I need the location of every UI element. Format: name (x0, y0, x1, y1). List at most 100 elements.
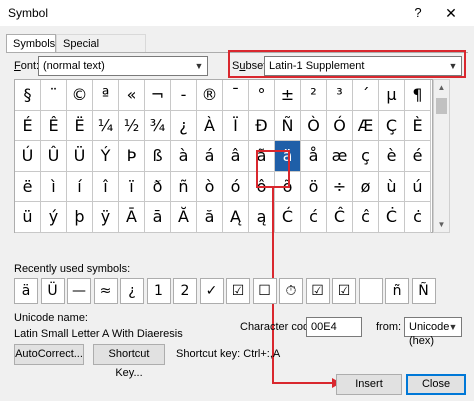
recent-symbol-cell[interactable]: ¿ (120, 278, 144, 304)
symbol-cell[interactable]: ¯ (223, 80, 249, 111)
grid-scrollbar[interactable]: ▲ ▼ (433, 79, 450, 233)
symbol-cell[interactable]: Ê (41, 110, 67, 141)
symbol-cell[interactable]: ª (93, 80, 119, 111)
symbol-cell[interactable]: ï (119, 171, 145, 202)
symbol-cell[interactable]: ù (379, 171, 405, 202)
recent-symbol-cell[interactable]: ☑ (332, 278, 356, 304)
symbol-cell[interactable]: Ú (15, 141, 41, 172)
symbol-cell[interactable]: ü (15, 202, 41, 233)
recent-symbol-cell[interactable]: ☐ (252, 278, 277, 304)
symbol-cell[interactable]: ¿ (171, 110, 197, 141)
symbol-cell[interactable]: ç (353, 141, 379, 172)
symbol-cell[interactable]: Ċ (379, 202, 405, 233)
symbol-cell[interactable]: ¼ (93, 110, 119, 141)
recent-symbol-cell[interactable]: ⏱ (279, 278, 303, 304)
symbol-cell[interactable]: Ç (379, 110, 405, 141)
recent-symbol-cell[interactable]: ≈ (93, 278, 118, 304)
recent-symbol-cell[interactable]: ñ (385, 278, 409, 304)
symbol-grid[interactable]: § ¨ © ª «¬ - ® ¯ ° ± ² ³ ´ µ ¶ É Ê Ë ¼ ½ ¾ ¿ À Ï Ð Ñ Ò Ó Æ Ç È Ú Û Ü Ý Þß à á… (14, 79, 433, 233)
symbol-cell[interactable]: ð (145, 171, 171, 202)
symbol-cell[interactable]: î (93, 171, 119, 202)
symbol-cell[interactable]: ± (275, 80, 301, 111)
symbol-cell[interactable]: Ë (67, 110, 93, 141)
recent-symbol-cell[interactable]: ä (14, 278, 38, 304)
symbol-cell[interactable]: ½ (119, 110, 145, 141)
symbol-cell[interactable]: ³ (327, 80, 353, 111)
symbol-cell[interactable]: À (197, 110, 223, 141)
recent-symbol-cell[interactable]: Ü (40, 278, 65, 304)
symbol-cell[interactable]: ° (249, 80, 275, 111)
symbol-cell[interactable]: Ï (223, 110, 249, 141)
symbol-cell[interactable]: å (301, 141, 327, 172)
symbol-cell[interactable]: ´ (353, 80, 379, 111)
symbol-cell[interactable]: - (171, 80, 197, 111)
symbol-cell[interactable]: ® (197, 80, 223, 111)
close-button[interactable]: Close (406, 374, 466, 395)
symbol-cell[interactable]: ÿ (93, 202, 119, 233)
scrollbar-thumb[interactable] (436, 98, 447, 114)
recent-symbol-cell[interactable]: 2 (173, 278, 197, 304)
symbol-cell[interactable]: ø (353, 171, 379, 202)
symbol-cell[interactable]: â (223, 141, 249, 172)
symbol-cell[interactable]: © (67, 80, 93, 111)
symbol-cell[interactable]: È (405, 110, 431, 141)
shortcut-key-button[interactable]: Shortcut Key... (93, 344, 165, 379)
symbol-cell[interactable]: í (67, 171, 93, 202)
symbol-cell[interactable]: Ð (249, 110, 275, 141)
symbol-cell[interactable]: è (379, 141, 405, 172)
symbol-cell[interactable]: ¶ (405, 80, 431, 111)
symbol-cell[interactable]: ¬ (145, 80, 171, 111)
symbol-cell[interactable]: ċ (405, 202, 431, 233)
symbol-cell[interactable]: ă (197, 202, 223, 233)
symbol-cell[interactable]: Ă (171, 202, 197, 233)
symbol-cell[interactable]: ā (145, 202, 171, 233)
scroll-down-icon[interactable]: ▼ (434, 217, 449, 232)
symbol-cell[interactable]: Ò (301, 110, 327, 141)
symbol-cell[interactable]: « (119, 80, 145, 111)
symbol-cell[interactable]: ñ (171, 171, 197, 202)
symbol-cell[interactable]: é (405, 141, 431, 172)
symbol-cell[interactable]: ò (197, 171, 223, 202)
recent-symbol-cell[interactable] (358, 278, 383, 304)
symbol-cell[interactable]: ö (301, 171, 327, 202)
symbol-cell[interactable]: ć (301, 202, 327, 233)
recent-symbol-cell[interactable]: 1 (146, 278, 171, 304)
symbol-cell[interactable]: § (15, 80, 41, 111)
symbol-cell[interactable]: ¾ (145, 110, 171, 141)
symbol-cell[interactable]: ú (405, 171, 431, 202)
close-window-button[interactable]: ✕ (438, 2, 464, 24)
insert-button[interactable]: Insert (336, 374, 402, 395)
recent-symbol-cell[interactable]: ✓ (199, 278, 224, 304)
font-dropdown[interactable]: (normal text) ▼ (38, 56, 208, 76)
autocorrect-button[interactable]: AutoCorrect... (14, 344, 84, 365)
symbol-cell[interactable]: ß (145, 141, 171, 172)
symbol-cell[interactable]: ¨ (41, 80, 67, 111)
symbol-cell[interactable]: µ (379, 80, 405, 111)
symbol-cell[interactable]: ý (41, 202, 67, 233)
symbol-cell[interactable]: æ (327, 141, 353, 172)
recent-symbol-cell[interactable]: — (67, 278, 91, 304)
symbol-cell[interactable]: þ (67, 202, 93, 233)
symbol-cell[interactable]: Ý (93, 141, 119, 172)
scroll-up-icon[interactable]: ▲ (434, 80, 449, 95)
symbol-cell[interactable]: ì (41, 171, 67, 202)
symbol-cell[interactable]: É (15, 110, 41, 141)
symbol-cell[interactable]: ó (223, 171, 249, 202)
tab-special-characters[interactable]: Special Characters (56, 34, 146, 64)
symbol-cell[interactable]: ë (15, 171, 41, 202)
symbol-cell[interactable]: Æ (353, 110, 379, 141)
symbol-cell[interactable]: ÷ (327, 171, 353, 202)
symbol-cell[interactable]: Þ (119, 141, 145, 172)
symbol-cell[interactable]: Ñ (275, 110, 301, 141)
symbol-cell[interactable]: à (171, 141, 197, 172)
symbol-cell[interactable]: Ĉ (327, 202, 353, 233)
help-button[interactable]: ? (408, 3, 428, 23)
recent-symbol-cell[interactable]: ☑ (305, 278, 330, 304)
symbol-cell[interactable]: Ā (119, 202, 145, 233)
symbol-cell[interactable]: Ü (67, 141, 93, 172)
symbol-cell[interactable]: Ą (223, 202, 249, 233)
recent-symbol-cell[interactable]: Ñ (411, 278, 436, 304)
symbol-cell[interactable]: ĉ (353, 202, 379, 233)
symbol-cell[interactable]: Ó (327, 110, 353, 141)
symbol-cell[interactable]: Ć (275, 202, 301, 233)
